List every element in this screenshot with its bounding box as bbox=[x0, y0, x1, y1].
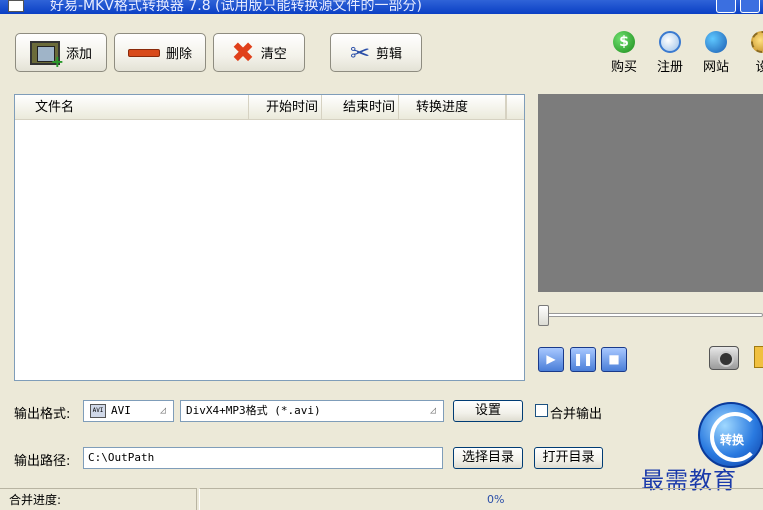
register-button[interactable]: 注册 bbox=[650, 31, 690, 75]
title-bar: 好易-MKV格式转换器 7.8 (试用版只能转换源文件的一部分) bbox=[0, 0, 763, 14]
scissors-icon: ✂ bbox=[349, 38, 371, 67]
merge-output-label: 合并输出 bbox=[550, 407, 603, 422]
pause-button[interactable]: ❚❚ bbox=[570, 347, 596, 372]
open-directory-button[interactable]: 打开目录 bbox=[534, 447, 603, 469]
file-list[interactable]: 文件名 开始时间 结束时间 转换进度 bbox=[14, 94, 525, 381]
stop-button[interactable]: ■ bbox=[601, 347, 627, 372]
dropdown-arrow-icon: ◿ bbox=[159, 405, 166, 416]
profile-select[interactable]: DivX4+MP3格式 (*.avi) ◿ bbox=[180, 400, 444, 422]
folder-icon[interactable] bbox=[754, 346, 763, 368]
column-header-end-time[interactable]: 结束时间 bbox=[322, 95, 399, 120]
dollar-icon: $ bbox=[613, 31, 635, 53]
minus-icon bbox=[127, 48, 160, 57]
settings-top-button[interactable]: 设 bbox=[742, 31, 763, 75]
settings-button[interactable]: 设置 bbox=[453, 400, 523, 422]
output-path-field[interactable]: C:\OutPath bbox=[83, 447, 443, 469]
seek-bar[interactable] bbox=[543, 313, 763, 317]
delete-button[interactable]: 删除 bbox=[114, 33, 206, 72]
video-preview bbox=[538, 94, 763, 292]
delete-button-label: 删除 bbox=[165, 47, 192, 62]
avi-file-icon: AVI bbox=[90, 404, 106, 418]
dropdown-arrow-icon: ◿ bbox=[429, 405, 436, 416]
window-title: 好易-MKV格式转换器 7.8 (试用版只能转换源文件的一部分) bbox=[50, 0, 422, 14]
output-path-label: 输出路径: bbox=[14, 454, 71, 469]
settings-top-label: 设 bbox=[755, 60, 763, 75]
progress-percent: 0% bbox=[487, 493, 505, 506]
play-button[interactable]: ▶ bbox=[538, 347, 564, 372]
buy-label: 购买 bbox=[610, 60, 637, 75]
format-select-value: AVI bbox=[111, 404, 131, 417]
clear-button[interactable]: ✖ 清空 bbox=[213, 33, 305, 72]
play-icon: ▶ bbox=[546, 352, 556, 366]
merge-progress-status: 合并进度: bbox=[0, 488, 197, 510]
globe-icon bbox=[705, 31, 727, 53]
clip-button[interactable]: ✂ 剪辑 bbox=[330, 33, 422, 72]
snapshot-camera-icon[interactable] bbox=[709, 346, 739, 370]
minimize-button[interactable] bbox=[716, 0, 736, 13]
clip-button-label: 剪辑 bbox=[376, 47, 403, 62]
pause-icon: ❚❚ bbox=[572, 352, 594, 366]
add-button-label: 添加 bbox=[65, 47, 92, 62]
clear-button-label: 清空 bbox=[260, 47, 287, 62]
buy-button[interactable]: $ 购买 bbox=[604, 31, 644, 75]
add-film-icon bbox=[29, 40, 64, 71]
gear-icon bbox=[751, 31, 763, 53]
format-select[interactable]: AVI AVI ◿ bbox=[83, 400, 174, 422]
header-filler bbox=[506, 95, 524, 120]
column-header-filename[interactable]: 文件名 bbox=[15, 95, 249, 120]
convert-button-label: 转换 bbox=[720, 433, 745, 447]
website-button[interactable]: 网站 bbox=[696, 31, 736, 75]
seek-handle[interactable] bbox=[538, 305, 549, 326]
conversion-progress-bar: 0% bbox=[199, 488, 763, 510]
clear-x-icon: ✖ bbox=[231, 35, 255, 69]
website-label: 网站 bbox=[702, 60, 729, 75]
lock-icon bbox=[659, 31, 681, 53]
profile-select-value: DivX4+MP3格式 (*.avi) bbox=[186, 404, 321, 417]
add-button[interactable]: 添加 bbox=[15, 33, 107, 72]
column-header-progress[interactable]: 转换进度 bbox=[399, 95, 506, 120]
register-label: 注册 bbox=[656, 60, 683, 75]
app-icon bbox=[8, 0, 24, 12]
stop-icon: ■ bbox=[608, 352, 620, 366]
column-header-start-time[interactable]: 开始时间 bbox=[249, 95, 322, 120]
merge-output-checkbox[interactable] bbox=[535, 404, 548, 417]
maximize-button[interactable] bbox=[740, 0, 760, 13]
file-list-header: 文件名 开始时间 结束时间 转换进度 bbox=[15, 95, 524, 120]
merge-progress-label: 合并进度: bbox=[9, 493, 62, 507]
choose-directory-button[interactable]: 选择目录 bbox=[453, 447, 523, 469]
output-format-label: 输出格式: bbox=[14, 407, 71, 422]
